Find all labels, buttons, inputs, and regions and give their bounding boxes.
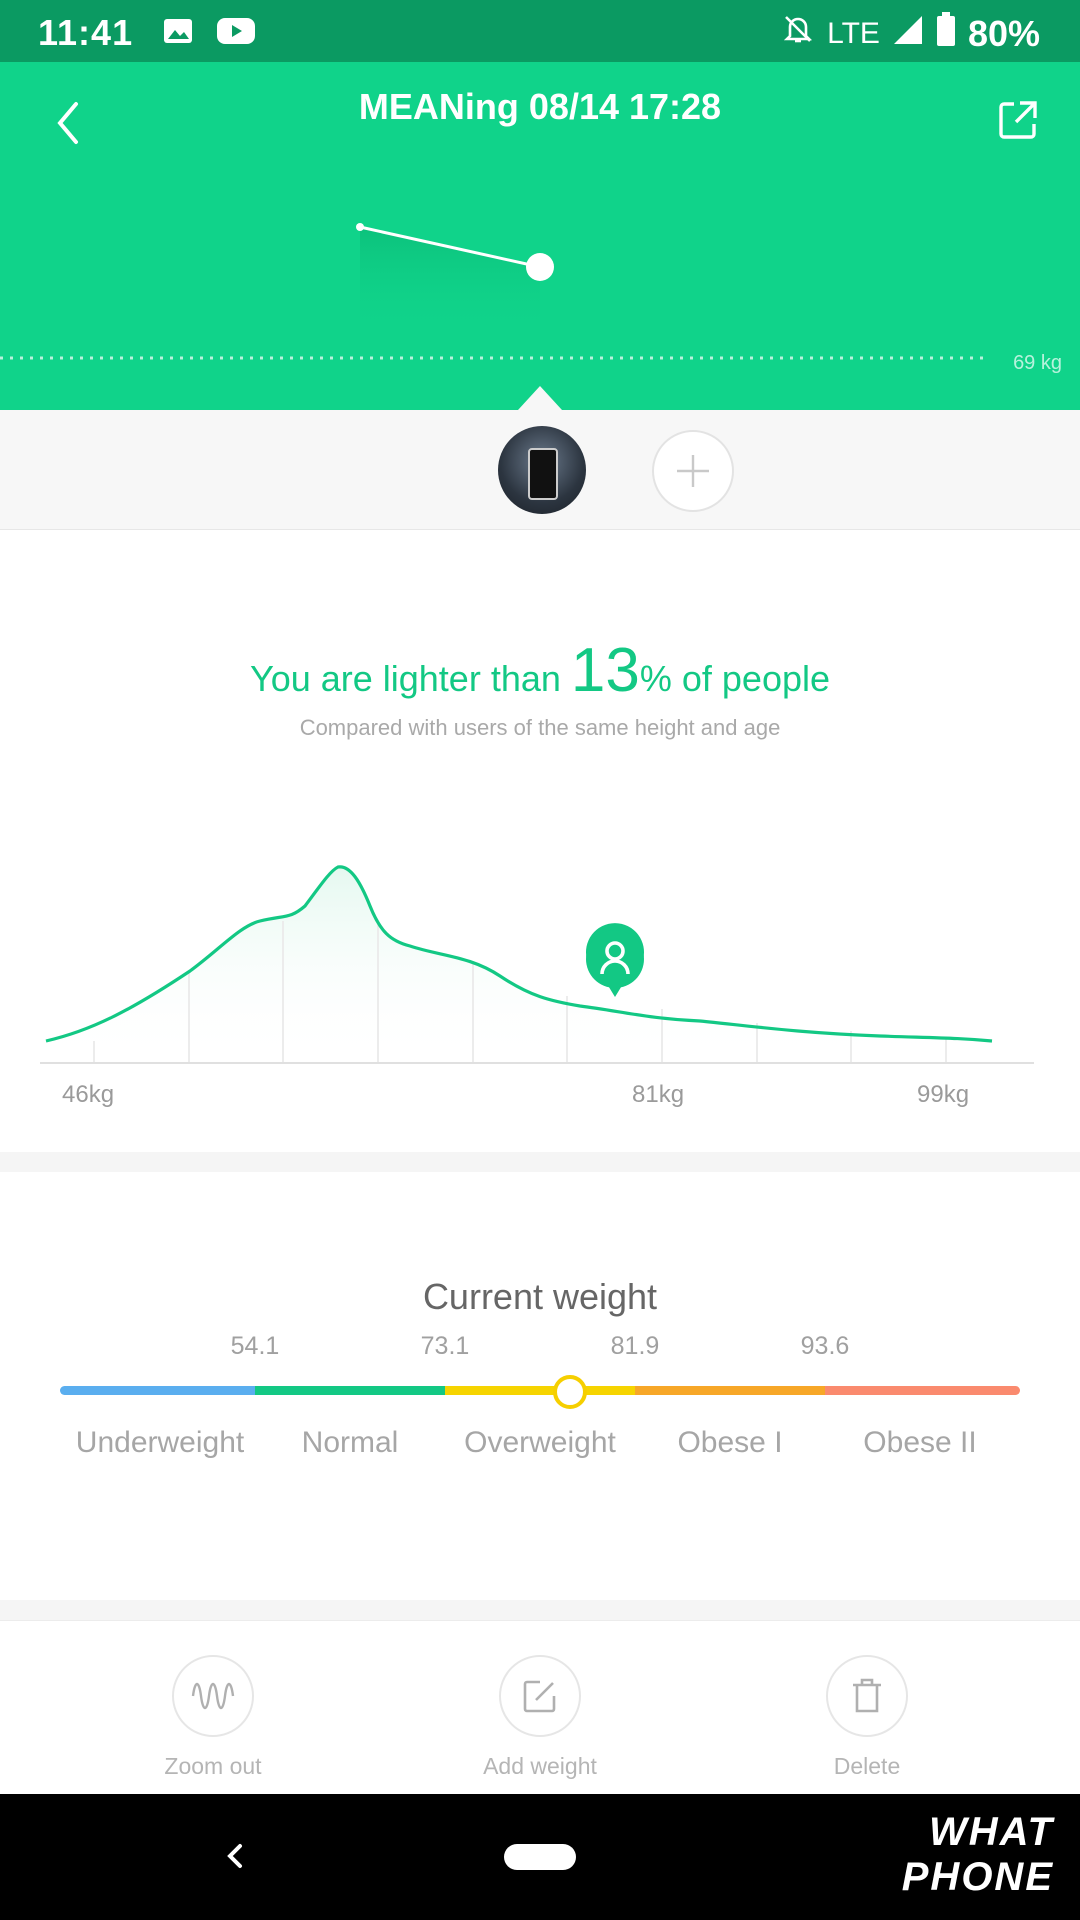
zoom-out-circle[interactable]	[172, 1655, 254, 1737]
trend-area	[360, 227, 540, 332]
mute-icon	[781, 12, 815, 55]
category-label: Normal	[301, 1426, 399, 1459]
current-weight-section: Current weight 54.1 73.1 81.9 93.6 Under…	[0, 1172, 1080, 1600]
waveform-icon	[191, 1682, 235, 1710]
add-weight-button[interactable]: Add weight	[430, 1655, 650, 1780]
delete-button[interactable]: Delete	[757, 1655, 977, 1780]
threshold-label: 54.1	[230, 1332, 280, 1360]
tick-label: 99kg	[917, 1081, 970, 1108]
image-notification-icon	[162, 14, 194, 56]
nav-back-icon[interactable]	[222, 1836, 248, 1881]
nav-home-button[interactable]	[504, 1844, 576, 1870]
bmi-band-obese-1	[635, 1386, 825, 1395]
comparison-subtitle: Compared with users of the same height a…	[299, 715, 781, 740]
plus-icon	[677, 455, 709, 487]
trend-point-current[interactable]	[526, 253, 554, 281]
bmi-band-overweight	[445, 1386, 635, 1395]
status-bar: 11:41 LTE 80%	[0, 0, 1080, 62]
current-weight-marker	[553, 1375, 587, 1409]
header: MEANing 08/14 17:28 69 kg	[0, 62, 1080, 410]
threshold-label: 81.9	[610, 1332, 660, 1360]
watermark-text: WHAT PHONE	[901, 1810, 1054, 1899]
category-label: Overweight	[464, 1426, 616, 1459]
avatar[interactable]	[498, 426, 586, 514]
tick-label: 46kg	[62, 1081, 115, 1108]
bmi-band-obese-2	[825, 1386, 1020, 1395]
comparison-headline: You are lighter than 13% of people	[0, 635, 1080, 706]
tick-label: 81kg	[632, 1081, 685, 1108]
add-weight-circle[interactable]	[499, 1655, 581, 1737]
current-weight-title: Current weight	[422, 1276, 658, 1317]
add-user-button[interactable]	[652, 430, 734, 512]
bmi-band-normal	[255, 1386, 445, 1395]
reference-weight-label: 69 kg	[1013, 352, 1062, 374]
category-label: Obese I	[677, 1426, 783, 1459]
battery-level: 80%	[967, 12, 1040, 54]
percentile-value: 13	[570, 636, 640, 705]
delete-label: Delete	[833, 1753, 901, 1779]
headline-suffix: % of people	[639, 658, 831, 699]
selection-caret	[518, 386, 562, 410]
category-label: Underweight	[75, 1426, 245, 1459]
zoom-out-label: Zoom out	[164, 1753, 262, 1779]
trend-point[interactable]	[356, 223, 364, 231]
threshold-label: 93.6	[800, 1332, 850, 1360]
signal-icon	[892, 13, 924, 55]
delete-circle[interactable]	[826, 1655, 908, 1737]
status-right-group: LTE 80%	[781, 12, 1040, 55]
avatar-photo	[528, 448, 558, 500]
system-nav-bar: WHAT PHONE	[0, 1794, 1080, 1920]
status-time: 11:41	[38, 12, 134, 53]
section-divider	[0, 1152, 1080, 1172]
youtube-notification-icon	[216, 14, 256, 56]
edit-icon	[523, 1680, 556, 1713]
weight-trend-chart	[0, 223, 990, 360]
headline-prefix: You are lighter than	[249, 658, 571, 699]
add-weight-label: Add weight	[483, 1753, 597, 1779]
distribution-chart	[40, 865, 1034, 1064]
category-label: Obese II	[863, 1426, 977, 1459]
user-position-marker[interactable]	[586, 923, 644, 997]
watermark-logo: WHAT PHONE	[854, 1810, 1054, 1900]
threshold-label: 73.1	[420, 1332, 470, 1360]
zoom-out-button[interactable]: Zoom out	[103, 1655, 323, 1780]
comparison-section: You are lighter than 13% of people Compa…	[0, 531, 1080, 1151]
section-divider	[0, 1600, 1080, 1620]
battery-icon	[936, 12, 956, 55]
bmi-band-underweight	[60, 1386, 255, 1395]
user-selector	[0, 410, 1080, 530]
action-bar: Zoom out Add weight Delete	[0, 1620, 1080, 1794]
trash-icon	[853, 1678, 881, 1713]
network-label: LTE	[827, 16, 880, 50]
